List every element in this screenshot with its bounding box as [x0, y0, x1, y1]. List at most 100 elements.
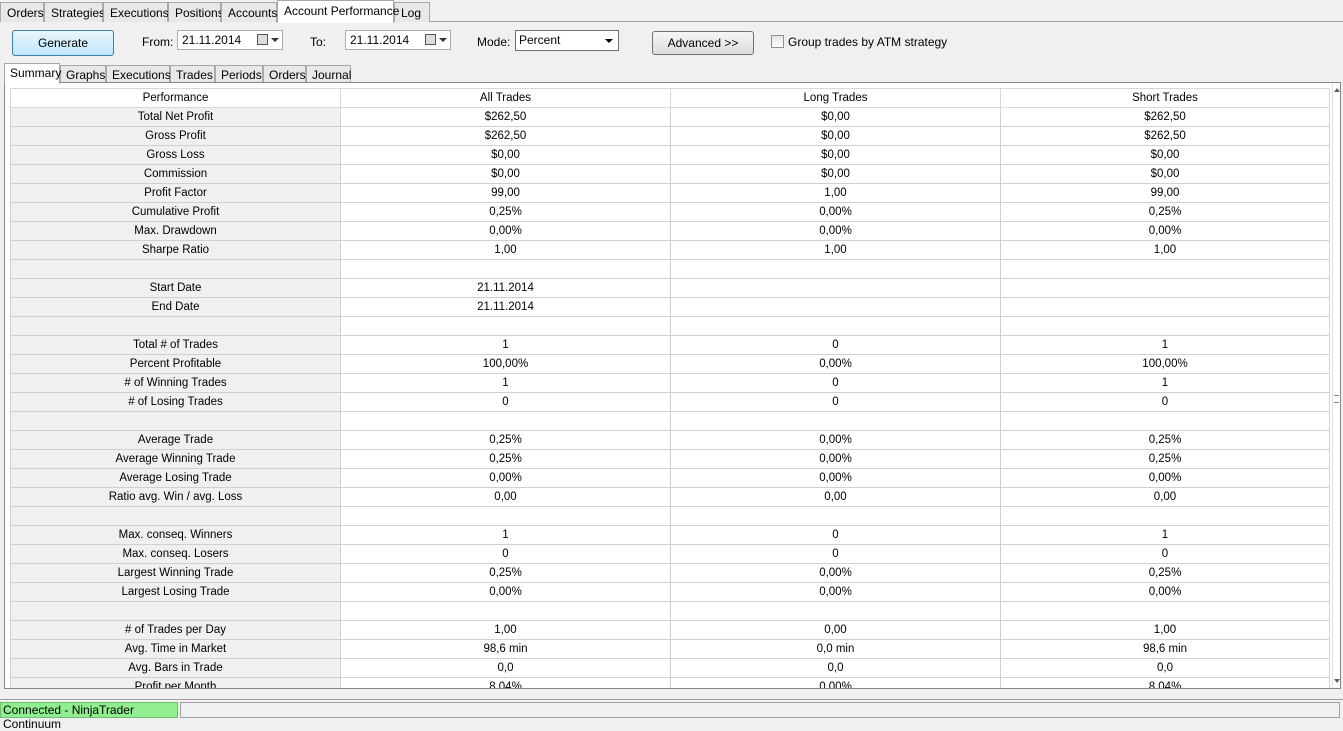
table-row[interactable]: Largest Losing Trade 0,00% 0,00% 0,00%	[10, 582, 1330, 602]
scroll-down-icon[interactable]	[1334, 679, 1340, 683]
short-trades-cell: 0,25%	[1000, 563, 1330, 583]
table-row[interactable]: # of Losing Trades 0 0 0	[10, 392, 1330, 412]
table-row[interactable]: Sharpe Ratio 1,00 1,00 1,00	[10, 240, 1330, 260]
group-atm-label[interactable]: Group trades by ATM strategy	[788, 35, 947, 49]
table-row[interactable]	[10, 316, 1330, 336]
table-row[interactable]: Largest Winning Trade 0,25% 0,00% 0,25%	[10, 563, 1330, 583]
column-header-performance[interactable]: Performance	[10, 88, 341, 108]
long-trades-cell: 0,0	[670, 658, 1001, 678]
metric-name-cell: Profit per Month	[10, 677, 341, 688]
short-trades-cell: 0,25%	[1000, 202, 1330, 222]
subtab-summary[interactable]: Summary	[4, 63, 61, 84]
all-trades-cell	[340, 259, 671, 279]
long-trades-cell	[670, 297, 1001, 317]
table-row[interactable]: Commission $0,00 $0,00 $0,00	[10, 164, 1330, 184]
short-trades-cell: 1	[1000, 373, 1330, 393]
table-row[interactable]: # of Trades per Day 1,00 0,00 1,00	[10, 620, 1330, 640]
table-row[interactable]: Max. conseq. Winners 1 0 1	[10, 525, 1330, 545]
tab-orders[interactable]: Orders	[0, 2, 44, 22]
mode-value: Percent	[519, 33, 561, 47]
table-row[interactable]: Start Date 21.11.2014	[10, 278, 1330, 298]
tab-accounts[interactable]: Accounts	[221, 2, 277, 22]
table-row[interactable]: Avg. Time in Market 98,6 min 0,0 min 98,6 m…	[10, 639, 1330, 659]
column-header-all-trades[interactable]: All Trades	[340, 88, 671, 108]
status-bar: Connected - NinjaTrader Continuum	[0, 699, 1343, 731]
column-header-short-trades[interactable]: Short Trades	[1000, 88, 1330, 108]
table-row[interactable]: Average Winning Trade 0,25% 0,00% 0,25%	[10, 449, 1330, 469]
short-trades-cell	[1000, 601, 1330, 621]
subtab-periods[interactable]: Periods	[215, 65, 263, 83]
subtab-executions[interactable]: Executions	[106, 65, 171, 83]
generate-button[interactable]: Generate	[12, 30, 114, 56]
table-row[interactable]: Percent Profitable 100,00% 0,00% 100,00%	[10, 354, 1330, 374]
table-row[interactable]	[10, 506, 1330, 526]
table-row[interactable]: Cumulative Profit 0,25% 0,00% 0,25%	[10, 202, 1330, 222]
short-trades-cell	[1000, 259, 1330, 279]
subtab-graphs[interactable]: Graphs	[60, 65, 106, 83]
advanced-button[interactable]: Advanced >>	[652, 31, 754, 55]
all-trades-cell	[340, 601, 671, 621]
table-row[interactable]	[10, 259, 1330, 279]
tab-strategies[interactable]: Strategies	[44, 2, 105, 22]
table-row[interactable]	[10, 601, 1330, 621]
all-trades-cell: 0,00%	[340, 468, 671, 488]
table-row[interactable]: Gross Profit $262,50 $0,00 $262,50	[10, 126, 1330, 146]
table-row[interactable]: End Date 21.11.2014	[10, 297, 1330, 317]
metric-name-cell: # of Trades per Day	[10, 620, 341, 640]
long-trades-cell: 0,00	[670, 487, 1001, 507]
metric-name-cell	[10, 506, 341, 526]
all-trades-cell: 1	[340, 525, 671, 545]
calendar-icon[interactable]	[425, 34, 436, 45]
tab-positions[interactable]: Positions	[168, 2, 224, 22]
chevron-down-icon[interactable]	[439, 38, 447, 42]
table-row[interactable]: Max. Drawdown 0,00% 0,00% 0,00%	[10, 221, 1330, 241]
scroll-up-icon[interactable]	[1334, 88, 1340, 92]
table-row[interactable]	[10, 411, 1330, 431]
subtab-trades[interactable]: Trades	[170, 65, 215, 83]
long-trades-cell	[670, 259, 1001, 279]
chevron-down-icon[interactable]	[271, 38, 279, 42]
from-date-picker[interactable]: 21.11.2014	[177, 30, 283, 50]
table-row[interactable]: Max. conseq. Losers 0 0 0	[10, 544, 1330, 564]
short-trades-cell	[1000, 316, 1330, 336]
table-row[interactable]: Ratio avg. Win / avg. Loss 0,00 0,00 0,00	[10, 487, 1330, 507]
short-trades-cell: 1	[1000, 525, 1330, 545]
tab-executions[interactable]: Executions	[103, 2, 169, 22]
long-trades-cell: $0,00	[670, 107, 1001, 127]
table-row[interactable]: Profit per Month 8,04% 0,00% 8,04%	[10, 677, 1330, 688]
scroll-grip-icon[interactable]	[1334, 395, 1339, 403]
subtab-journal[interactable]: Journal	[306, 65, 351, 83]
long-trades-cell: 0,00%	[670, 582, 1001, 602]
group-atm-checkbox[interactable]	[771, 35, 784, 48]
to-date-picker[interactable]: 21.11.2014	[345, 30, 451, 50]
table-row[interactable]: # of Winning Trades 1 0 1	[10, 373, 1330, 393]
short-trades-cell: 1	[1000, 335, 1330, 355]
metric-name-cell	[10, 601, 341, 621]
vertical-scrollbar[interactable]	[1332, 83, 1340, 688]
table-row[interactable]: Average Trade 0,25% 0,00% 0,25%	[10, 430, 1330, 450]
table-row[interactable]: Total Net Profit $262,50 $0,00 $262,50	[10, 107, 1330, 127]
long-trades-cell: 0,00%	[670, 449, 1001, 469]
short-trades-cell: 0,0	[1000, 658, 1330, 678]
header-row: Performance All Trades Long Trades Short…	[10, 88, 1330, 108]
long-trades-cell: 0	[670, 373, 1001, 393]
table-row[interactable]: Total # of Trades 1 0 1	[10, 335, 1330, 355]
column-header-long-trades[interactable]: Long Trades	[670, 88, 1001, 108]
all-trades-cell: $0,00	[340, 164, 671, 184]
table-row[interactable]: Gross Loss $0,00 $0,00 $0,00	[10, 145, 1330, 165]
short-trades-cell: 99,00	[1000, 183, 1330, 203]
metric-name-cell: Average Winning Trade	[10, 449, 341, 469]
table-row[interactable]: Average Losing Trade 0,00% 0,00% 0,00%	[10, 468, 1330, 488]
short-trades-cell: 0	[1000, 544, 1330, 564]
subtab-orders[interactable]: Orders	[263, 65, 306, 83]
calendar-icon[interactable]	[257, 34, 268, 45]
table-row[interactable]: Profit Factor 99,00 1,00 99,00	[10, 183, 1330, 203]
long-trades-cell: 0,00%	[670, 202, 1001, 222]
long-trades-cell: 0,00%	[670, 430, 1001, 450]
mode-label: Mode:	[477, 35, 511, 49]
tab-log[interactable]: Log	[394, 2, 430, 22]
mode-select[interactable]: Percent	[515, 30, 619, 51]
all-trades-cell: 0,00%	[340, 221, 671, 241]
tab-account-performance[interactable]: Account Performance	[277, 0, 399, 23]
table-row[interactable]: Avg. Bars in Trade 0,0 0,0 0,0	[10, 658, 1330, 678]
